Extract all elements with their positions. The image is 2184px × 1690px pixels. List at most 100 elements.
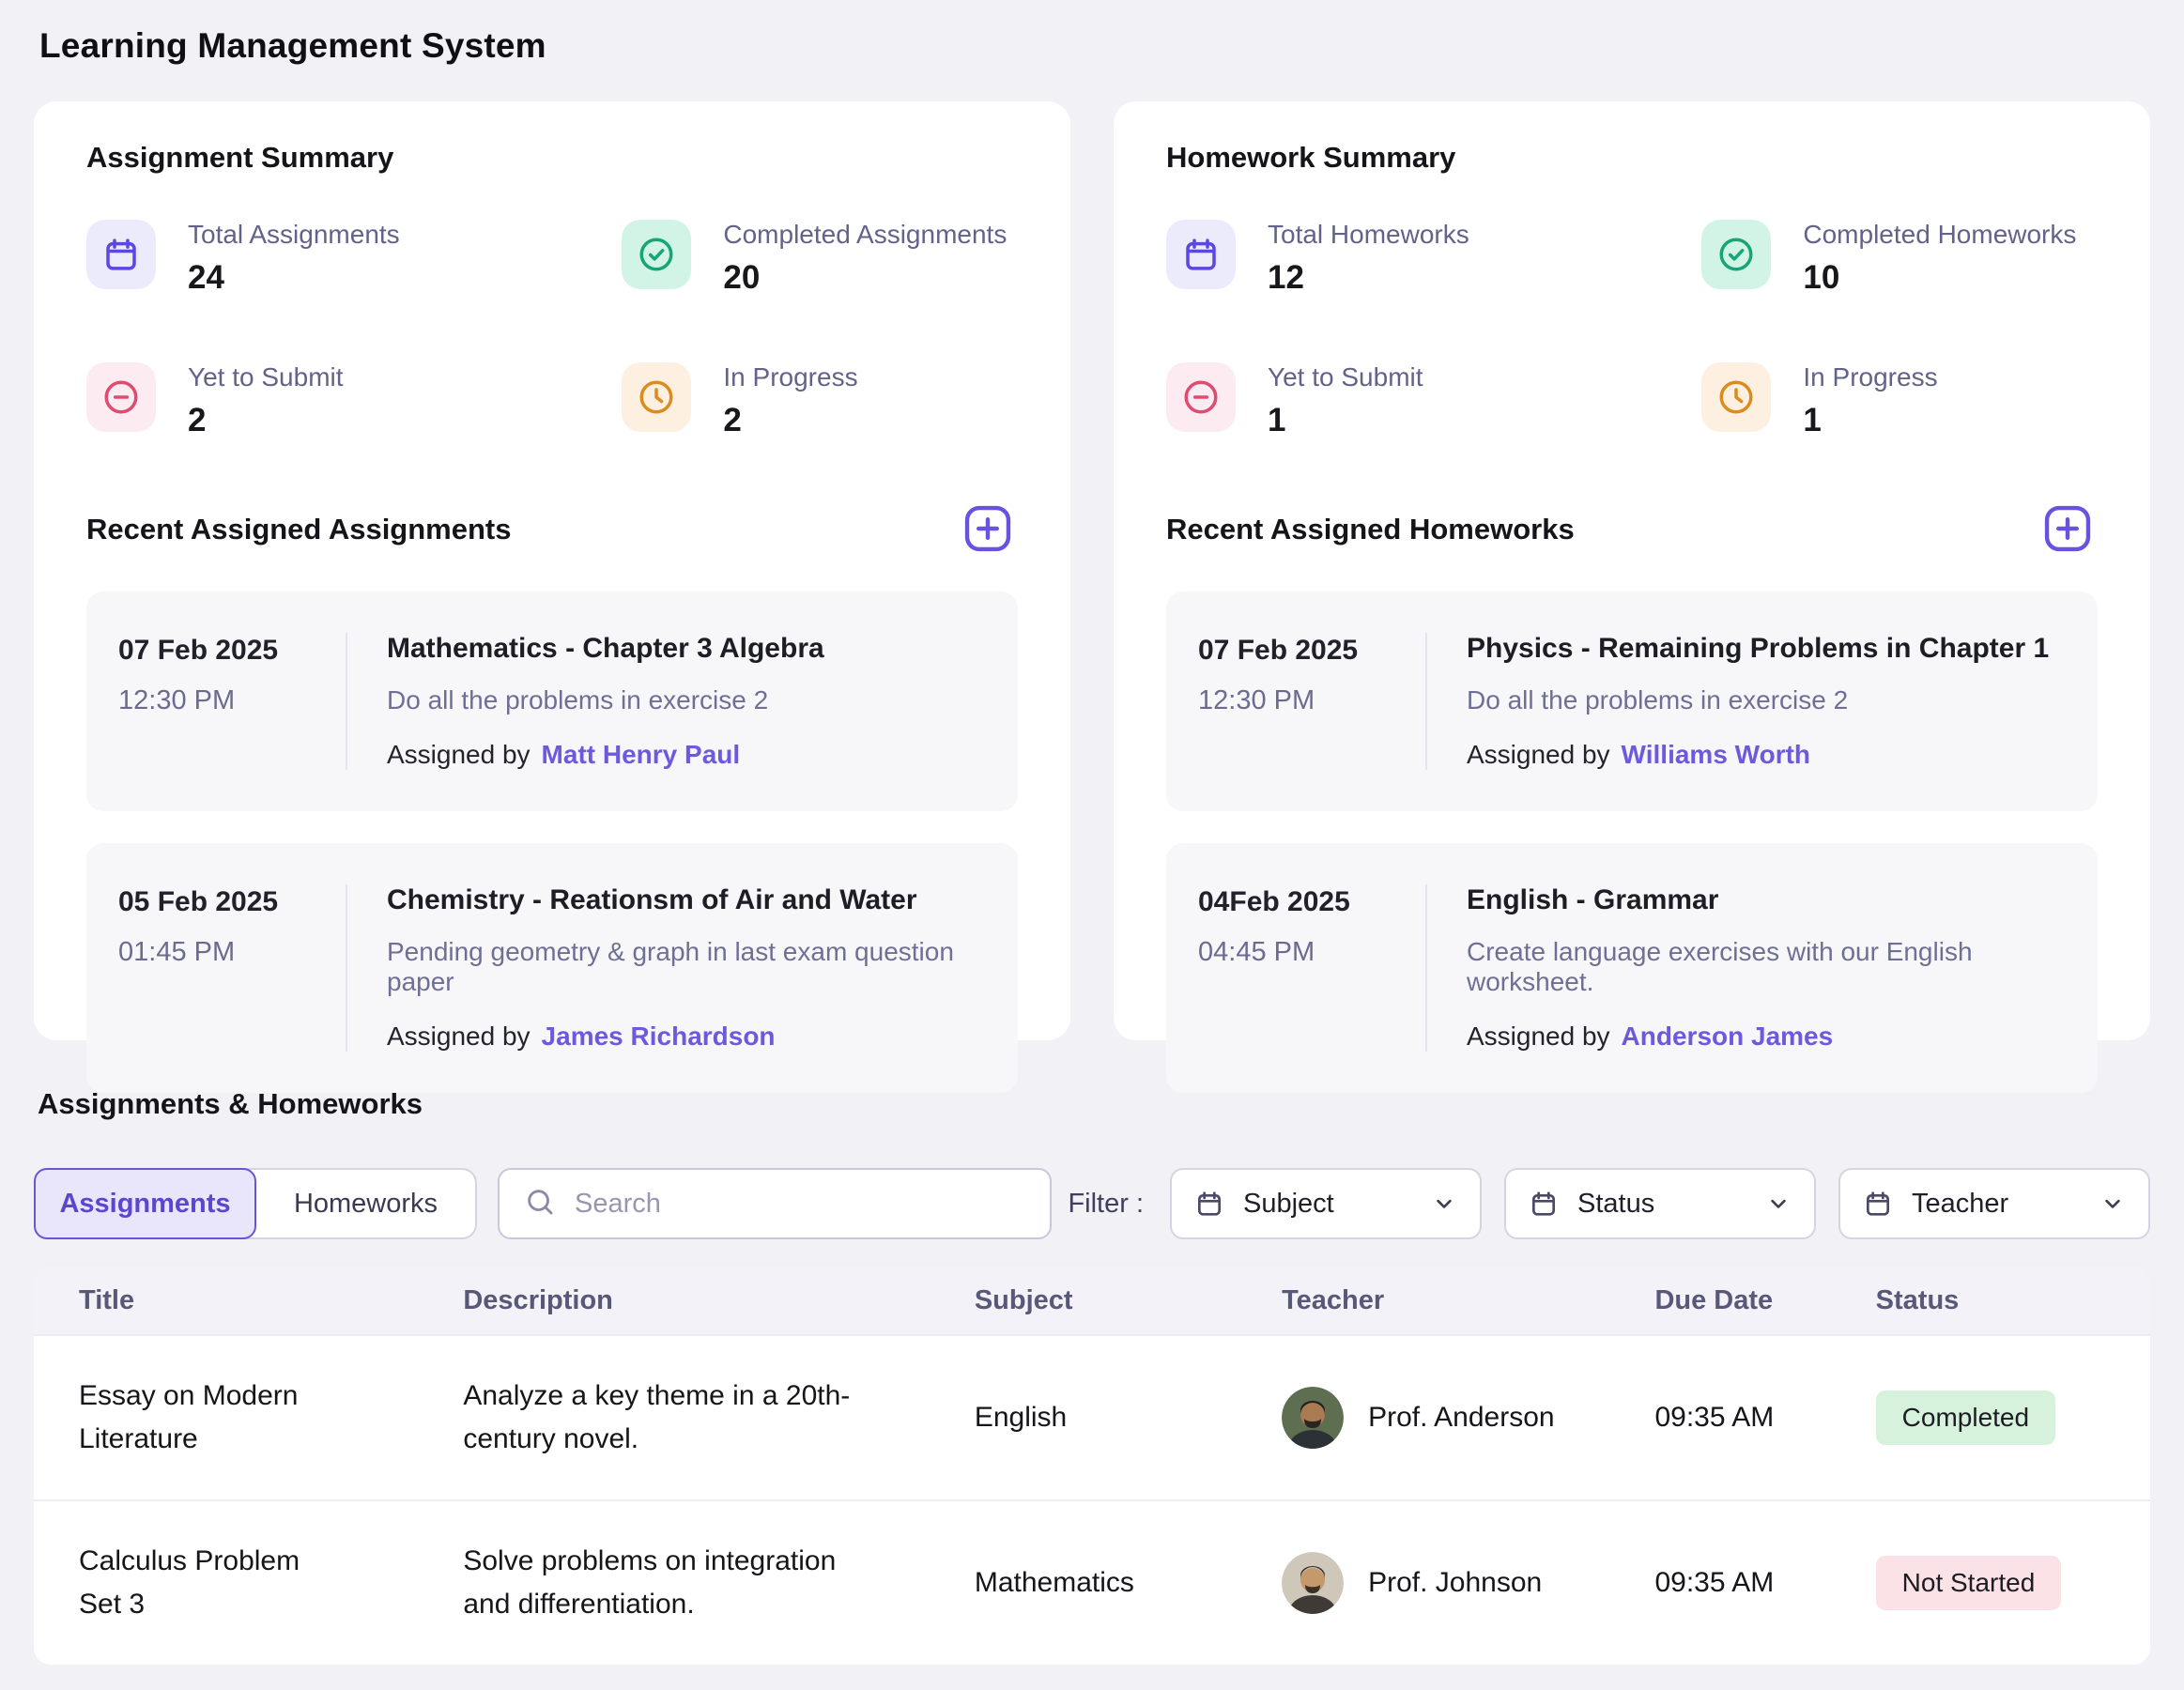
filter-label: Filter :	[1068, 1189, 1144, 1220]
assignments-table: Title Description Subject Teacher Due Da…	[34, 1268, 2150, 1665]
filter-status-select[interactable]: Status	[1504, 1168, 1816, 1239]
stat-value: 1	[1803, 402, 1937, 439]
item-time: 12:30 PM	[1198, 685, 1425, 716]
item-description: Create language exercises with our Engli…	[1467, 937, 2060, 997]
calendar-icon	[86, 220, 156, 289]
teacher-name: Prof. Anderson	[1368, 1402, 1554, 1434]
assignment-list-item[interactable]: 07 Feb 2025 12:30 PM Mathematics - Chapt…	[86, 592, 1018, 811]
recent-homeworks-title: Recent Assigned Homeworks	[1166, 513, 1575, 546]
assigned-by-label: Assigned by	[1467, 1022, 1610, 1051]
status-badge: Completed	[1876, 1390, 2055, 1445]
plus-square-icon	[2038, 546, 2097, 561]
homework-list-item[interactable]: 07 Feb 2025 12:30 PM Physics - Remaining…	[1166, 592, 2098, 811]
stat-completed-assignments: Completed Assignments 20	[622, 220, 1018, 297]
cell-title: Essay on Modern Literature	[79, 1375, 314, 1462]
item-title: Mathematics - Chapter 3 Algebra	[387, 633, 980, 665]
recent-homeworks-list: 07 Feb 2025 12:30 PM Physics - Remaining…	[1166, 592, 2098, 1093]
assigned-by-name[interactable]: Williams Worth	[1622, 740, 1810, 769]
tab-homeworks[interactable]: Homeworks	[256, 1170, 475, 1237]
chevron-down-icon	[1765, 1191, 1792, 1217]
tab-assignments[interactable]: Assignments	[34, 1168, 256, 1239]
stat-label: Yet to Submit	[188, 359, 344, 392]
item-time: 01:45 PM	[118, 937, 346, 968]
column-header-due-date: Due Date	[1609, 1268, 1830, 1335]
recent-assignments-title: Recent Assigned Assignments	[86, 513, 511, 546]
add-assignment-button[interactable]	[958, 499, 1018, 560]
add-homework-button[interactable]	[2038, 499, 2098, 560]
homework-list-item[interactable]: 04Feb 2025 04:45 PM English - Grammar Cr…	[1166, 843, 2098, 1093]
filter-status-label: Status	[1577, 1189, 1654, 1220]
stat-in-progress: In Progress 2	[622, 362, 1018, 439]
filter-teacher-label: Teacher	[1912, 1189, 2008, 1220]
teacher-name: Prof. Johnson	[1368, 1567, 1542, 1599]
assignment-summary-title: Assignment Summary	[86, 141, 1018, 175]
stat-value: 12	[1268, 259, 1469, 297]
item-title: Chemistry - Reationsm of Air and Water	[387, 884, 980, 916]
avatar	[1282, 1552, 1344, 1614]
calendar-icon	[1529, 1189, 1559, 1219]
list-controls: Assignments Homeworks Filter : Subject S…	[34, 1168, 2150, 1239]
search-input[interactable]	[575, 1189, 1025, 1220]
summary-cards-row: Assignment Summary Total Assignments 24 …	[34, 101, 2150, 1040]
item-title: Physics - Remaining Problems in Chapter …	[1467, 633, 2060, 665]
stat-value: 1	[1268, 402, 1423, 439]
status-badge: Not Started	[1876, 1556, 2062, 1610]
search-icon	[524, 1186, 556, 1222]
chevron-down-icon	[1431, 1191, 1457, 1217]
assigned-by-name[interactable]: Anderson James	[1622, 1022, 1834, 1051]
minus-circle-icon	[1166, 362, 1236, 432]
item-title: English - Grammar	[1467, 884, 2060, 916]
filter-subject-label: Subject	[1243, 1189, 1334, 1220]
assigned-by-label: Assigned by	[387, 1022, 531, 1051]
calendar-icon	[1863, 1189, 1893, 1219]
table-header-row: Title Description Subject Teacher Due Da…	[34, 1268, 2150, 1335]
assignment-list-item[interactable]: 05 Feb 2025 01:45 PM Chemistry - Reation…	[86, 843, 1018, 1093]
item-time: 12:30 PM	[118, 685, 346, 716]
cell-due-date: 09:35 AM	[1609, 1335, 1830, 1500]
check-circle-icon	[1701, 220, 1771, 289]
table-row[interactable]: Calculus Problem Set 3 Solve problems on…	[34, 1500, 2150, 1665]
assigned-by-name[interactable]: Matt Henry Paul	[542, 740, 741, 769]
calendar-icon	[1194, 1189, 1224, 1219]
item-time: 04:45 PM	[1198, 937, 1425, 968]
cell-description: Analyze a key theme in a 20th-century no…	[463, 1375, 857, 1462]
stat-label: Total Assignments	[188, 216, 400, 249]
homework-stats: Total Homeworks 12 Completed Homeworks 1…	[1166, 220, 2098, 439]
stat-in-progress: In Progress 1	[1701, 362, 2098, 439]
assigned-by-label: Assigned by	[1467, 740, 1610, 769]
stat-value: 2	[188, 402, 344, 439]
clock-icon	[622, 362, 691, 432]
stat-value: 24	[188, 259, 400, 297]
check-circle-icon	[622, 220, 691, 289]
filter-subject-select[interactable]: Subject	[1170, 1168, 1482, 1239]
item-date: 07 Feb 2025	[118, 635, 346, 667]
plus-square-icon	[959, 546, 1017, 561]
cell-subject: English	[930, 1335, 1237, 1500]
tab-group: Assignments Homeworks	[34, 1168, 477, 1239]
search-box[interactable]	[498, 1168, 1052, 1239]
stat-value: 20	[723, 259, 1007, 297]
chevron-down-icon	[2099, 1191, 2126, 1217]
assigned-by-label: Assigned by	[387, 740, 531, 769]
stat-label: In Progress	[723, 359, 857, 392]
column-header-subject: Subject	[930, 1268, 1237, 1335]
assignment-summary-card: Assignment Summary Total Assignments 24 …	[34, 101, 1070, 1040]
stat-completed-homeworks: Completed Homeworks 10	[1701, 220, 2098, 297]
cell-subject: Mathematics	[930, 1500, 1237, 1665]
homework-summary-card: Homework Summary Total Homeworks 12 Comp…	[1114, 101, 2150, 1040]
page-title: Learning Management System	[39, 26, 2150, 66]
assigned-by-name[interactable]: James Richardson	[542, 1022, 776, 1051]
minus-circle-icon	[86, 362, 156, 432]
item-description: Do all the problems in exercise 2	[1467, 685, 2060, 715]
stat-yet-to-submit: Yet to Submit 2	[86, 362, 622, 439]
lms-dashboard: Learning Management System Assignment Su…	[0, 0, 2184, 1690]
filter-teacher-select[interactable]: Teacher	[1838, 1168, 2150, 1239]
item-date: 04Feb 2025	[1198, 886, 1425, 918]
assignment-stats: Total Assignments 24 Completed Assignmen…	[86, 220, 1018, 439]
stat-label: Completed Homeworks	[1803, 216, 2076, 249]
stat-total-homeworks: Total Homeworks 12	[1166, 220, 1701, 297]
table-row[interactable]: Essay on Modern Literature Analyze a key…	[34, 1335, 2150, 1500]
stat-label: Total Homeworks	[1268, 216, 1469, 249]
clock-icon	[1701, 362, 1771, 432]
item-date: 07 Feb 2025	[1198, 635, 1425, 667]
